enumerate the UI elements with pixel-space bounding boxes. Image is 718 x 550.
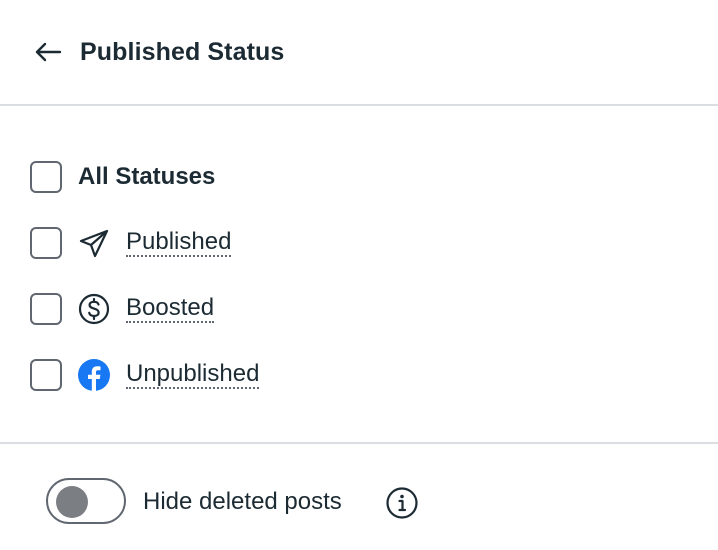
paper-plane-icon [78, 227, 110, 259]
status-options-list: All Statuses Published Boosted Unpublish… [0, 108, 718, 444]
panel-footer: Hide deleted posts [0, 446, 718, 550]
option-published[interactable]: Published [30, 226, 232, 260]
panel-header: Published Status [0, 0, 718, 106]
facebook-icon [78, 359, 110, 391]
option-unpublished[interactable]: Unpublished [30, 358, 260, 392]
page-title: Published Status [80, 38, 285, 66]
option-label-all-statuses: All Statuses [78, 163, 216, 190]
info-button[interactable] [384, 485, 420, 521]
hide-deleted-toggle[interactable] [46, 478, 126, 524]
option-all-statuses[interactable]: All Statuses [30, 160, 215, 194]
info-icon [386, 487, 418, 519]
arrow-left-icon [35, 42, 62, 62]
option-label-unpublished[interactable]: Unpublished [126, 361, 260, 389]
dollar-circle-icon [78, 293, 110, 325]
checkbox-unpublished[interactable] [30, 359, 62, 391]
toggle-knob [56, 486, 88, 518]
option-label-boosted[interactable]: Boosted [126, 295, 215, 323]
checkbox-published[interactable] [30, 227, 62, 259]
checkbox-boosted[interactable] [30, 293, 62, 325]
option-label-published[interactable]: Published [126, 229, 232, 257]
checkbox-all-statuses[interactable] [30, 161, 62, 193]
published-status-panel: Published Status All Statuses Published [0, 0, 718, 550]
option-boosted[interactable]: Boosted [30, 292, 215, 326]
hide-deleted-label: Hide deleted posts [143, 488, 342, 515]
back-button[interactable] [30, 36, 66, 68]
